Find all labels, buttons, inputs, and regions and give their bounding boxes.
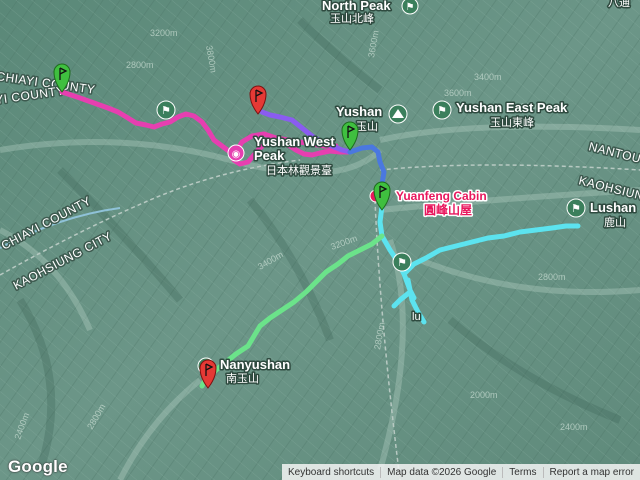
label-west-peak-zh: 日本林觀景臺 [266,163,332,177]
keyboard-shortcuts-link[interactable]: Keyboard shortcuts [282,467,380,478]
label-west-peak-2: Peak [254,148,285,163]
map-footer: Keyboard shortcuts Map data ©2026 Google… [281,464,640,480]
hiker-glyph: ⚑ [437,105,447,117]
contour-label: 2800m [538,272,566,282]
label-east-peak: Yushan East Peak [456,100,568,115]
contour-label: 2000m [470,390,498,400]
contour-label: 2400m [560,422,588,432]
hiker-glyph: ⚑ [571,203,581,215]
label-nanyushan-zh: 南玉山 [226,372,259,385]
report-error-link[interactable]: Report a map error [542,466,640,478]
label-nanyushan: Nanyushan [220,357,290,372]
hiker-glyph: ⚑ [397,257,407,269]
label-east-peak-zh: 玉山東峰 [490,116,534,129]
contour-label: 3400m [474,72,502,82]
label-north-peak: North Peak [322,0,391,13]
label-cabin: Yuanfeng Cabin [396,189,487,203]
contour-label: 3600m [444,88,472,98]
label-yushan-zh: 玉山 [356,120,378,133]
label-north-peak-zh: 玉山北峰 [330,12,374,25]
google-logo: Google [8,457,68,476]
place-label-top-right: 八通 [608,0,630,9]
label-lushan-zh: 鹿山 [604,215,626,229]
label-cabin-zh: 圓峰山屋 [424,202,472,217]
terms-link[interactable]: Terms [502,466,542,478]
label-west-peak: Yushan West [254,134,335,149]
contour-label: 2800m [126,60,154,70]
camera-glyph: ◉ [232,149,241,160]
contour-label: 3200m [150,28,178,38]
label-yushan: Yushan [336,104,382,119]
label-lushan: Lushan [590,200,636,215]
map-data-attribution: Map data ©2026 Google [380,466,502,478]
hiker-glyph: ⚑ [406,2,415,13]
terrain-map[interactable]: 2800m 3200m 3400m 3600m 3800m 3200m 2800… [0,0,640,480]
label-lu-mark: lu [412,311,421,323]
hiker-glyph: ⚑ [161,105,171,117]
